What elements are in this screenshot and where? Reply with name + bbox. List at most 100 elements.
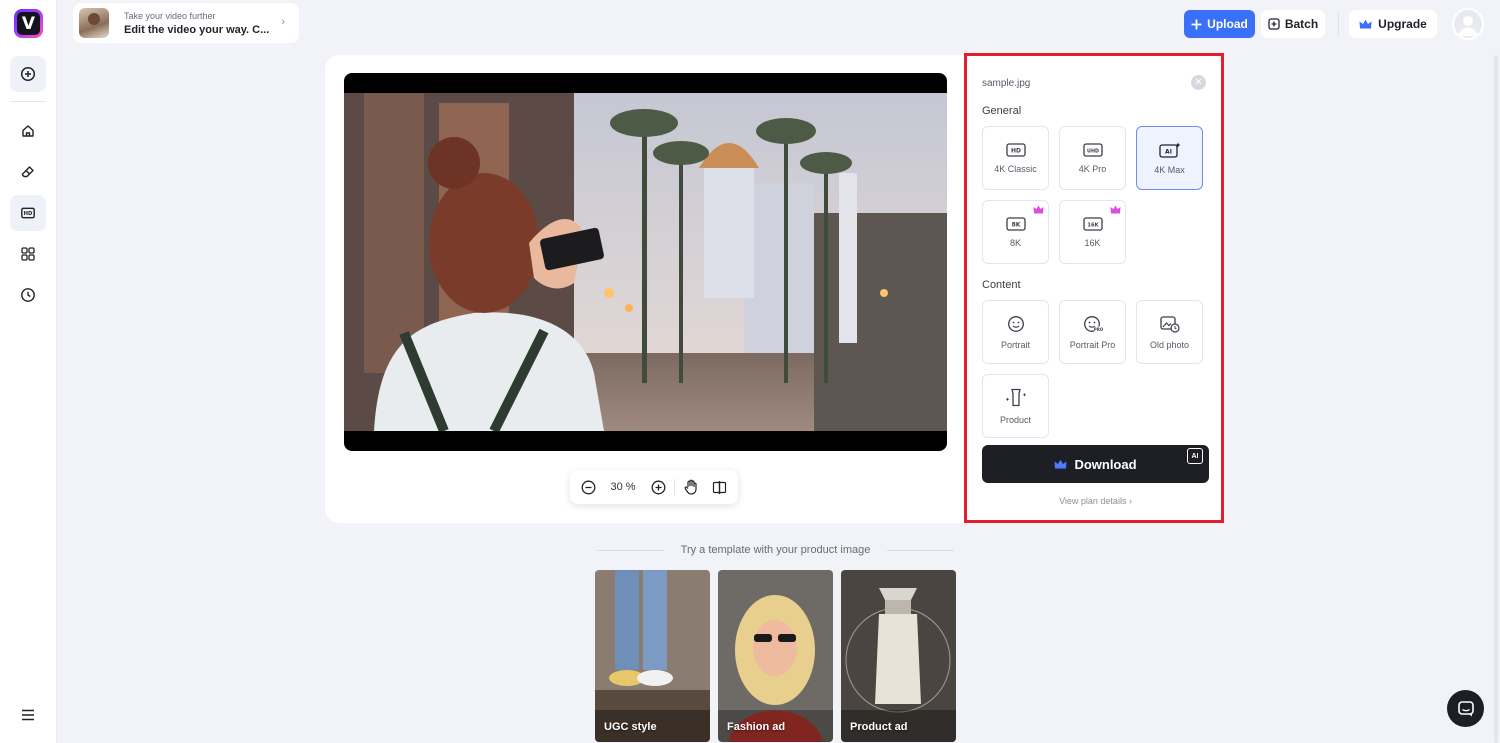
ai-badge-icon: AI [1187,448,1203,464]
plus-circle-icon [20,66,36,82]
template-thumbnail [841,570,956,742]
compare-button[interactable] [705,473,733,501]
sidebar-menu-button[interactable] [10,697,46,733]
option-label: Product [999,414,1032,425]
upgrade-label: Upgrade [1378,17,1427,31]
close-icon[interactable]: ✕ [1191,75,1206,90]
ai-badge-icon: AI [1158,142,1180,158]
user-icon [1458,16,1478,36]
8k-badge-icon: 8K [1005,216,1026,231]
option-16k[interactable]: 16K 16K [1059,200,1126,264]
option-label: Portrait Pro [1069,339,1116,350]
promo-banner[interactable]: Take your video further Edit the video y… [73,3,299,43]
zoom-in-icon [651,480,665,494]
option-8k[interactable]: 8K 8K [982,200,1049,264]
option-4k-pro[interactable]: UHD 4K Pro [1059,126,1126,190]
view-plan-details-link[interactable]: View plan details › [982,496,1209,506]
preview-photo [344,93,947,431]
divider-line [597,549,664,551]
zoom-in-button[interactable] [644,473,672,501]
face-icon [1007,315,1024,332]
template-label: Product ad [850,721,908,733]
avatar[interactable] [1452,8,1484,40]
hd-badge-icon: HD [1005,142,1026,157]
product-icon [1005,388,1026,406]
chat-support-button[interactable] [1447,690,1484,727]
zoom-out-icon [581,480,595,494]
option-portrait[interactable]: Portrait [982,300,1049,364]
face-pro-icon: PRO [1083,315,1103,332]
zoom-toolbar: 30 % [570,470,738,504]
sidebar-item-home[interactable] [10,113,46,149]
batch-label: Batch [1284,17,1319,31]
sidebar-item-history[interactable] [10,277,46,313]
option-label: Portrait [1000,339,1030,350]
old-photo-icon [1159,315,1180,333]
logo-letter: V [17,12,40,35]
new-project-button[interactable] [10,56,46,92]
crown-icon [1359,19,1372,28]
option-label: 4K Max [1154,164,1185,175]
hand-icon [684,479,697,495]
template-card-product[interactable]: Product ad [841,570,956,742]
hd-icon: HD [21,207,35,219]
sidebar: V HD [0,0,57,743]
template-label: Fashion ad [727,721,786,733]
promo-title: Edit the video your way. C... [124,23,270,36]
image-preview[interactable] [344,73,947,451]
sidebar-item-apps[interactable] [10,236,46,272]
svg-text:HD: HD [1010,147,1020,154]
menu-icon [22,709,34,721]
promo-subtitle: Take your video further [124,10,216,21]
chat-icon [1457,700,1474,716]
section-label-general: General [982,105,1022,117]
section-label-content: Content [982,279,1021,291]
compare-icon [712,480,726,494]
template-thumbnail [718,570,833,742]
promo-thumbnail [79,8,109,38]
template-thumbnail [595,570,710,742]
option-old-photo[interactable]: Old photo [1136,300,1203,364]
download-button[interactable]: Download AI [982,445,1209,483]
templates-title: Try a template with your product image [680,544,871,556]
uhd-badge-icon: UHD [1082,142,1103,157]
template-card-fashion[interactable]: Fashion ad [718,570,833,742]
svg-text:HD: HD [24,211,33,217]
eraser-icon [21,166,34,178]
clock-icon [21,288,35,302]
sidebar-item-eraser[interactable] [10,154,46,190]
sidebar-divider [10,101,46,102]
zoom-out-button[interactable] [574,473,602,501]
option-4k-max[interactable]: AI 4K Max [1136,126,1203,190]
upload-button[interactable]: Upload [1184,10,1255,38]
option-label: Old photo [1149,339,1190,350]
option-label: 4K Pro [1078,163,1107,174]
upload-label: Upload [1207,17,1248,31]
pan-button[interactable] [677,473,705,501]
premium-crown-icon [1110,205,1121,214]
template-label: UGC style [604,721,657,733]
option-product[interactable]: Product [982,374,1049,438]
app-logo[interactable]: V [14,9,43,38]
divider-line [887,549,955,551]
option-portrait-pro[interactable]: PRO Portrait Pro [1059,300,1126,364]
sidebar-item-hd[interactable]: HD [10,195,46,231]
download-label: Download [1074,456,1137,472]
batch-button[interactable]: Batch [1261,10,1325,38]
option-4k-classic[interactable]: HD 4K Classic [982,126,1049,190]
zoom-level: 30 % [610,481,636,493]
grid-icon [21,247,35,261]
page-scrollbar[interactable] [1494,55,1498,743]
preview-illustration [344,93,947,431]
svg-text:AI: AI [1165,148,1172,155]
template-card-ugc[interactable]: UGC style [595,570,710,742]
toolbar-divider [674,479,675,495]
plus-icon [1191,19,1202,29]
templates-header: Try a template with your product image [597,543,955,557]
upgrade-button[interactable]: Upgrade [1349,10,1437,38]
svg-text:8K: 8K [1011,221,1020,228]
svg-text:16K: 16K [1087,222,1099,228]
option-label: 8K [1009,237,1021,248]
16k-badge-icon: 16K [1082,216,1103,231]
svg-text:PRO: PRO [1093,327,1102,332]
